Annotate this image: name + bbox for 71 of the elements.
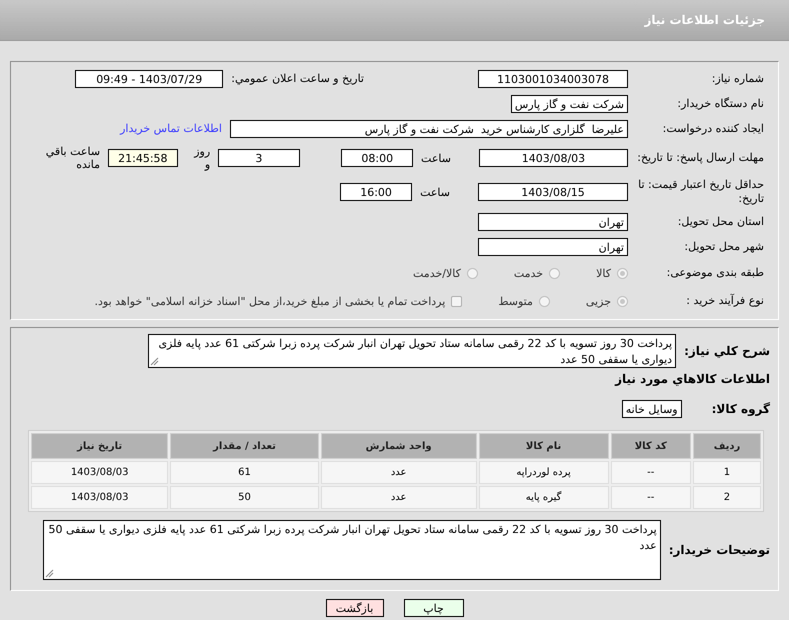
resize-grip-icon[interactable] — [150, 357, 160, 366]
radio-label: کالا/خدمت — [413, 266, 461, 280]
radio-button[interactable] — [549, 268, 560, 278]
page-title: جزئیات اطلاعات نیاز — [644, 13, 765, 27]
city-field[interactable]: تهران — [478, 238, 628, 256]
table-cell: -- — [610, 461, 691, 484]
radio-label: خدمت — [514, 266, 544, 280]
table-cell: پرده لوردراپه — [478, 461, 609, 484]
radio-label: متوسط — [498, 294, 533, 308]
remaining-label: ساعت باقي مانده — [44, 145, 100, 171]
announce-date-field[interactable]: 1403/07/29 - 09:49 — [75, 70, 224, 88]
time-label: ساعت — [420, 186, 450, 198]
column-header: تاریخ نیاز — [31, 433, 168, 459]
checkbox-label: پرداخت تمام یا بخشی از مبلغ خرید،از محل "اسناد خزانه اسلامی" خواهد بود. — [94, 294, 446, 308]
radio-button[interactable] — [466, 268, 478, 278]
radio-button[interactable] — [617, 296, 628, 306]
field-label: گروه کالا: — [712, 402, 770, 416]
column-header: کد کالا — [610, 433, 691, 459]
column-header: نام کالا — [478, 433, 609, 459]
days-label: روز و — [192, 145, 210, 171]
column-header: واحد شمارش — [320, 433, 477, 459]
description-textarea[interactable]: پرداخت 30 روز تسویه با کد 22 رقمی سامانه ستاد تحویل تهران انبار شرکت پرده زبرا شرکتی 61 عدد پایه فلزی دیواری یا سقفی 50 عدد — [148, 334, 676, 368]
validity-date-field[interactable]: 1403/08/15 — [478, 183, 628, 201]
field-label: توضیحات خریدار: — [668, 543, 770, 557]
field-label: ایجاد کننده درخواست: — [662, 122, 764, 136]
resize-grip-icon[interactable] — [44, 569, 54, 578]
table-cell: 61 — [170, 461, 319, 484]
deadline-time-field[interactable]: 08:00 — [341, 149, 414, 167]
field-label: تاریخ و ساعت اعلان عمومي: — [231, 72, 364, 85]
deadline-date-field[interactable]: 1403/08/03 — [478, 149, 628, 167]
radio-label: کالا — [596, 266, 611, 280]
radio-button[interactable] — [538, 296, 550, 306]
buyer-contact-link[interactable]: اطلاعات تماس خریدار — [120, 122, 222, 135]
table-cell: گیره پایه — [478, 486, 609, 509]
table-cell: 1 — [692, 461, 761, 484]
days-field[interactable]: 3 — [218, 149, 300, 167]
goods-group-field[interactable]: وسایل خانه — [622, 400, 682, 418]
buyer-name-field[interactable]: شرکت نفت و گاز پارس — [510, 94, 628, 112]
radio-label: جزیی — [586, 294, 611, 308]
buyer-notes-text: پرداخت 30 روز تسویه با کد 22 رقمی سامانه ستاد تحویل تهران انبار شرکت پرده زبرا شرکتی 61 عدد پایه فلزی دیواری یا سقفی 50 عدد — [48, 523, 657, 552]
field-label: نوع فرآیند خرید : — [685, 294, 764, 308]
table-cell: 50 — [170, 486, 319, 509]
description-text: پرداخت 30 روز تسویه با کد 22 رقمی سامانه ستاد تحویل تهران انبار شرکت پرده زبرا شرکتی 61 عدد پایه فلزی دیواری یا سقفی 50 عدد — [158, 337, 672, 366]
column-header: ردیف — [692, 433, 761, 459]
table-cell: 1403/08/03 — [31, 486, 168, 509]
table-cell: عدد — [320, 486, 477, 509]
back-button[interactable]: بازگشت — [326, 599, 384, 617]
creator-field[interactable]: علیرضا گلزاری کارشناس خرید شرکت نفت و گاز پارس — [230, 120, 628, 138]
table-cell: عدد — [320, 461, 477, 484]
print-button[interactable]: چاپ — [404, 599, 464, 617]
need-number-field[interactable]: 1103001034003078 — [478, 70, 628, 88]
field-label: مهلت ارسال پاسخ: تا تاریخ: — [636, 151, 764, 165]
field-label: شماره نیاز: — [710, 72, 764, 86]
table-cell: 2 — [692, 486, 761, 509]
radio-button[interactable] — [617, 268, 628, 278]
section-heading: اطلاعات کالاهاي مورد نیاز — [615, 372, 770, 386]
column-header: تعداد / مقدار — [170, 433, 319, 459]
field-label: استان محل تحویل: — [676, 214, 764, 228]
field-label: شرح کلي نیاز: — [684, 344, 770, 358]
field-label: نام دستگاه خریدار: — [676, 96, 764, 110]
validity-time-field[interactable]: 16:00 — [340, 183, 412, 201]
table-cell: 1403/08/03 — [31, 461, 168, 484]
checkbox[interactable] — [451, 296, 462, 306]
field-label: شهر محل تحویل: — [683, 240, 764, 254]
buyer-notes-textarea[interactable]: پرداخت 30 روز تسویه با کد 22 رقمی سامانه ستاد تحویل تهران انبار شرکت پرده زبرا شرکتی 61 عدد پایه فلزی دیواری یا سقفی 50 عدد — [42, 520, 661, 580]
table-cell: -- — [610, 486, 691, 509]
remaining-time-field[interactable]: 21:45:58 — [108, 149, 178, 167]
province-field[interactable]: تهران — [478, 212, 628, 230]
time-label: ساعت — [421, 152, 451, 164]
field-label: حداقل تاریخ اعتبار قیمت: تا تاریخ: — [637, 178, 764, 206]
field-label: طبقه بندی موضوعی: — [666, 266, 764, 280]
